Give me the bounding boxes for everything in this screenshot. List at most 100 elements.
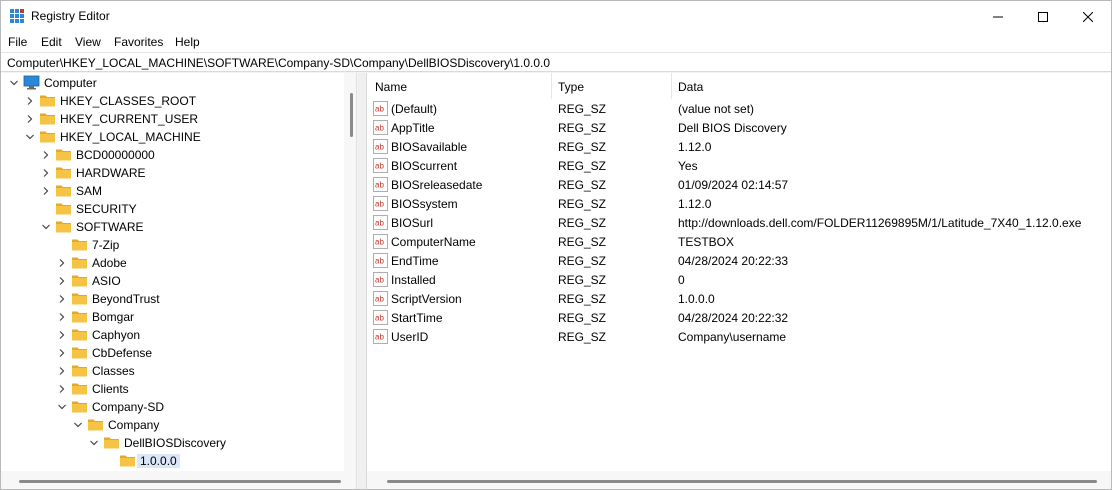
menu-help[interactable]: Help xyxy=(175,35,200,49)
reg-sz-string-icon: ab xyxy=(373,101,388,116)
tree-node[interactable]: Adobe xyxy=(1,254,341,272)
chevron-right-icon[interactable] xyxy=(57,330,67,340)
svg-text:ab: ab xyxy=(375,238,384,247)
chevron-down-icon[interactable] xyxy=(57,402,67,412)
tree-node[interactable]: CbDefense xyxy=(1,344,341,362)
chevron-down-icon[interactable] xyxy=(73,420,83,430)
value-row[interactable]: ab AppTitle REG_SZ Dell BIOS Discovery xyxy=(367,118,1111,137)
value-row[interactable]: ab BIOSreleasedate REG_SZ 01/09/2024 02:14:… xyxy=(367,175,1111,194)
tree-node[interactable]: HARDWARE xyxy=(1,164,341,182)
tree-node[interactable]: DellBIOSDiscovery xyxy=(1,434,341,452)
value-row[interactable]: ab Installed REG_SZ 0 xyxy=(367,270,1111,289)
reg-sz-string-icon: ab xyxy=(373,234,388,249)
chevron-right-icon[interactable] xyxy=(57,276,67,286)
value-row[interactable]: ab EndTime REG_SZ 04/28/2024 20:22:33 xyxy=(367,251,1111,270)
tree-vertical-scroll-thumb[interactable] xyxy=(350,93,353,137)
chevron-right-icon[interactable] xyxy=(57,384,67,394)
value-name-cell: StartTime xyxy=(391,311,443,325)
menu-edit[interactable]: Edit xyxy=(41,35,62,49)
maximize-button[interactable] xyxy=(1020,1,1066,32)
tree-node[interactable]: SOFTWARE xyxy=(1,218,341,236)
chevron-down-icon[interactable] xyxy=(9,78,19,88)
tree-node[interactable]: ASIO xyxy=(1,272,341,290)
chevron-right-icon[interactable] xyxy=(41,168,51,178)
chevron-right-icon[interactable] xyxy=(57,312,67,322)
pane-splitter[interactable] xyxy=(358,73,366,489)
tree-node-label: HKEY_CLASSES_ROOT xyxy=(60,94,197,108)
chevron-right-icon[interactable] xyxy=(25,96,35,106)
value-row[interactable]: ab BIOSavailable REG_SZ 1.12.0 xyxy=(367,137,1111,156)
value-row[interactable]: ab BIOSsystem REG_SZ 1.12.0 xyxy=(367,194,1111,213)
tree-horizontal-scroll-thumb[interactable] xyxy=(19,480,341,483)
tree-node[interactable]: BCD00000000 xyxy=(1,146,341,164)
value-row[interactable]: ab UserID REG_SZ Company\username xyxy=(367,327,1111,346)
title-bar[interactable]: Registry Editor xyxy=(1,1,1111,32)
svg-text:ab: ab xyxy=(375,333,384,342)
reg-sz-string-icon: ab xyxy=(373,120,388,135)
tree-node[interactable]: HKEY_CURRENT_USER xyxy=(1,110,341,128)
chevron-right-icon[interactable] xyxy=(57,258,67,268)
column-separator[interactable] xyxy=(671,73,672,99)
registry-editor-window: Registry Editor File Edit View Favorites… xyxy=(0,0,1112,490)
chevron-right-icon[interactable] xyxy=(41,186,51,196)
address-bar[interactable]: Computer\HKEY_LOCAL_MACHINE\SOFTWARE\Com… xyxy=(1,52,1111,72)
folder-icon xyxy=(72,383,87,395)
column-separator[interactable] xyxy=(551,73,552,99)
column-header-data[interactable]: Data xyxy=(678,73,703,99)
chevron-right-icon[interactable] xyxy=(57,366,67,376)
value-type-cell: REG_SZ xyxy=(558,216,607,230)
value-type-cell: REG_SZ xyxy=(558,140,607,154)
value-row[interactable]: ab BIOScurrent REG_SZ Yes xyxy=(367,156,1111,175)
reg-sz-string-icon: ab xyxy=(373,158,388,173)
tree-node[interactable]: Classes xyxy=(1,362,341,380)
address-path[interactable]: Computer\HKEY_LOCAL_MACHINE\SOFTWARE\Com… xyxy=(7,56,550,70)
tree-node-label: CbDefense xyxy=(92,346,153,360)
menu-favorites[interactable]: Favorites xyxy=(114,35,163,49)
chevron-right-icon[interactable] xyxy=(25,114,35,124)
chevron-down-icon[interactable] xyxy=(41,222,51,232)
tree-node[interactable]: Bomgar xyxy=(1,308,341,326)
value-name-cell: ComputerName xyxy=(391,235,476,249)
svg-text:ab: ab xyxy=(375,314,384,323)
tree-node[interactable]: Company-SD xyxy=(1,398,341,416)
minimize-button[interactable] xyxy=(975,1,1021,32)
menu-view[interactable]: View xyxy=(75,35,101,49)
value-row[interactable]: ab ScriptVersion REG_SZ 1.0.0.0 xyxy=(367,289,1111,308)
folder-icon xyxy=(56,203,71,215)
tree-node[interactable]: 1.0.0.0 xyxy=(1,452,341,470)
chevron-down-icon[interactable] xyxy=(25,132,35,142)
close-button[interactable] xyxy=(1065,1,1111,32)
tree-node[interactable]: Clients xyxy=(1,380,341,398)
chevron-right-icon[interactable] xyxy=(41,150,51,160)
chevron-right-icon[interactable] xyxy=(57,294,67,304)
menu-file[interactable]: File xyxy=(8,35,27,49)
value-row[interactable]: ab ComputerName REG_SZ TESTBOX xyxy=(367,232,1111,251)
chevron-down-icon[interactable] xyxy=(89,438,99,448)
folder-icon xyxy=(72,239,87,251)
value-row[interactable]: ab (Default) REG_SZ (value not set) xyxy=(367,99,1111,118)
key-tree-pane[interactable]: Computer HKEY_CLASSES_ROOT HKEY_CURRENT_US… xyxy=(1,73,357,489)
tree-node[interactable]: BeyondTrust xyxy=(1,290,341,308)
tree-node[interactable]: Company xyxy=(1,416,341,434)
tree-node[interactable]: SAM xyxy=(1,182,341,200)
tree-node[interactable]: Computer xyxy=(1,74,341,92)
tree-node[interactable]: HKEY_CLASSES_ROOT xyxy=(1,92,341,110)
tree-node[interactable]: SECURITY xyxy=(1,200,341,218)
chevron-right-icon[interactable] xyxy=(57,348,67,358)
value-name-cell: BIOScurrent xyxy=(391,159,458,173)
list-horizontal-scroll-thumb[interactable] xyxy=(387,480,1097,483)
column-header-type[interactable]: Type xyxy=(558,73,584,99)
value-data-cell: http://downloads.dell.com/FOLDER11269895… xyxy=(678,216,1082,230)
values-list-pane[interactable]: Name Type Data ab (Default) REG_SZ (value n… xyxy=(366,73,1111,489)
svg-text:ab: ab xyxy=(375,200,384,209)
column-header-name[interactable]: Name xyxy=(375,73,407,99)
tree-node[interactable]: Caphyon xyxy=(1,326,341,344)
tree-node[interactable]: HKEY_LOCAL_MACHINE xyxy=(1,128,341,146)
tree-node[interactable]: 7-Zip xyxy=(1,236,341,254)
value-row[interactable]: ab StartTime REG_SZ 04/28/2024 20:22:32 xyxy=(367,308,1111,327)
svg-text:ab: ab xyxy=(375,143,384,152)
svg-text:ab: ab xyxy=(375,181,384,190)
value-row[interactable]: ab BIOSurl REG_SZ http://downloads.dell.com… xyxy=(367,213,1111,232)
tree-node-label: DellBIOSDiscovery xyxy=(124,436,227,450)
folder-icon xyxy=(56,167,71,179)
